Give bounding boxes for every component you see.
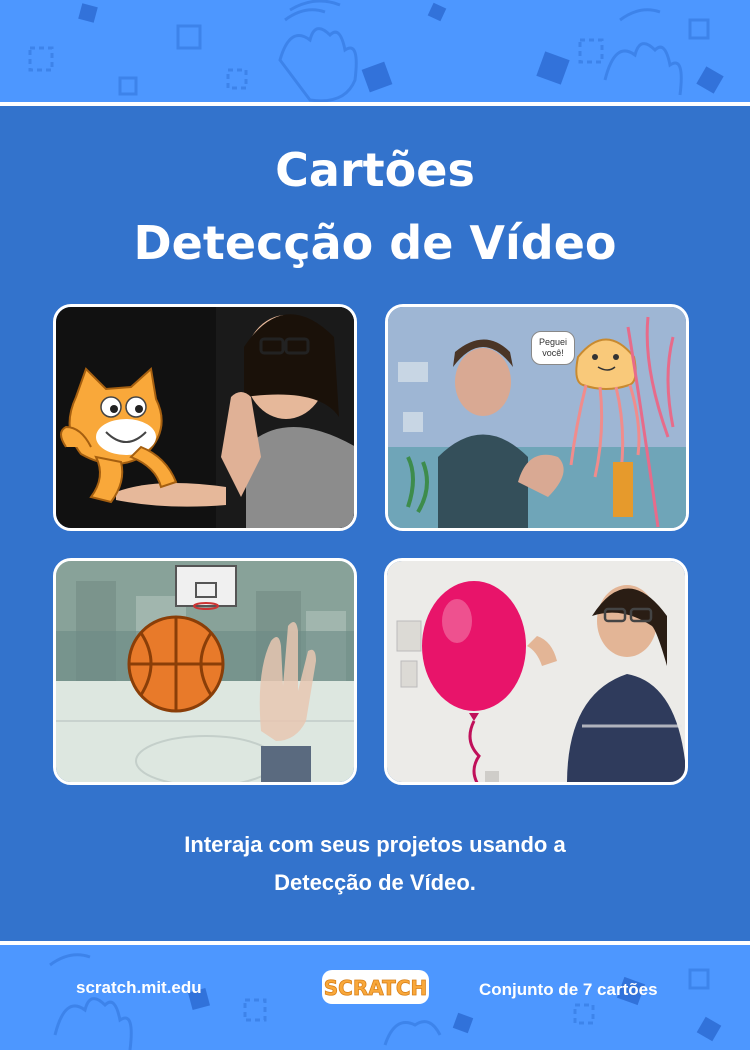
cat-photo-illustration (56, 307, 354, 528)
page-title-line1: Cartões (275, 143, 475, 197)
svg-text:SCRATCH: SCRATCH (324, 976, 427, 1000)
top-decorative-band (0, 0, 750, 103)
card-balloon (384, 558, 688, 785)
page-title-line2: Detecção de Vídeo (133, 216, 617, 270)
balloon-photo-illustration (387, 561, 685, 782)
scratch-logo: SCRATCH (320, 967, 431, 1007)
tagline-line1: Interaja com seus projetos usando a (184, 832, 566, 857)
card-jellyfish: Peguei você! (385, 304, 689, 531)
card-cat-wave (53, 304, 357, 531)
basketball-icon (127, 615, 225, 713)
tagline-line2: Detecção de Vídeo. (274, 870, 476, 895)
speech-bubble: Peguei você! (531, 331, 575, 365)
footer-url: scratch.mit.edu (76, 978, 202, 997)
card-basketball (53, 558, 357, 785)
pattern-icon (28, 0, 724, 103)
footer-set-count: Conjunto de 7 cartões (479, 980, 658, 999)
basketball-court-illustration (56, 561, 354, 782)
scratch-logo-icon: SCRATCH (322, 970, 429, 1004)
